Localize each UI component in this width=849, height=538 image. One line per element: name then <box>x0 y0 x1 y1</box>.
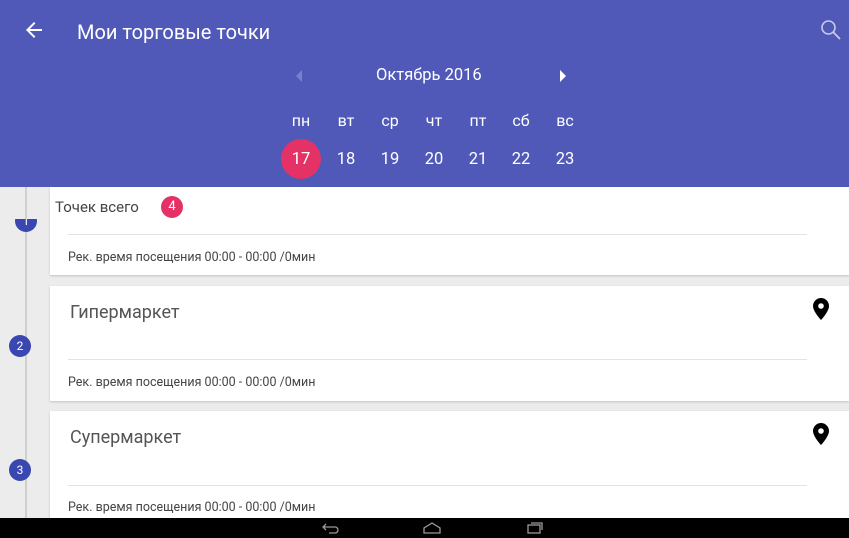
weekday-label: чт <box>425 111 443 130</box>
map-pin-icon[interactable] <box>812 422 830 446</box>
system-nav-bar <box>0 518 849 538</box>
weekday-label: ср <box>381 111 399 130</box>
weekday-label: пт <box>469 111 487 130</box>
total-points-badge: 4 <box>161 196 183 218</box>
calendar-day[interactable]: 20 <box>414 149 454 171</box>
next-month-icon[interactable] <box>557 68 569 84</box>
home-nav-icon[interactable] <box>421 521 443 535</box>
divider <box>68 485 807 486</box>
recent-apps-nav-icon[interactable] <box>523 521 545 535</box>
calendar-day[interactable]: 19 <box>370 149 410 171</box>
previous-month-icon[interactable] <box>293 68 305 84</box>
weekday-label: вт <box>337 111 355 130</box>
weekday-label: пн <box>291 111 311 130</box>
back-nav-icon[interactable] <box>320 521 342 535</box>
visit-time-text: Рек. время посещения 00:00 - 00:00 /0мин <box>68 500 316 515</box>
total-points-label: Точек всего <box>55 198 139 216</box>
calendar-day[interactable]: 21 <box>458 149 498 171</box>
store-name: Супермаркет <box>70 427 182 448</box>
store-number-badge: 3 <box>9 459 31 481</box>
store-name: Гипермаркет <box>70 302 180 323</box>
store-card[interactable]: Точек всего 4 Рек. время посещения 00:00… <box>50 187 849 275</box>
calendar-day[interactable]: 22 <box>501 149 541 171</box>
store-card[interactable]: Супермаркет Рек. время посещения 00:00 -… <box>50 411 849 518</box>
weekday-label: сб <box>512 111 530 130</box>
calendar-day[interactable]: 23 <box>545 149 585 171</box>
map-pin-icon[interactable] <box>812 297 830 321</box>
weekday-label: вс <box>556 111 574 130</box>
divider <box>68 234 807 235</box>
visit-time-text: Рек. время посещения 00:00 - 00:00 /0мин <box>68 250 316 265</box>
store-card[interactable]: Гипермаркет Рек. время посещения 00:00 -… <box>50 286 849 401</box>
app-bar: Мои торговые точки Октябрь 2016 пн вт ср… <box>0 0 849 187</box>
visit-time-text: Рек. время посещения 00:00 - 00:00 /0мин <box>68 375 316 390</box>
search-icon[interactable] <box>819 18 843 42</box>
timeline-line <box>25 187 27 219</box>
page-title: Мои торговые точки <box>77 20 271 44</box>
calendar-day-selected[interactable]: 17 <box>281 149 321 171</box>
store-number-badge: 2 <box>9 335 31 357</box>
divider <box>68 359 807 360</box>
month-label: Октябрь 2016 <box>376 66 482 85</box>
back-arrow-icon[interactable] <box>22 18 46 42</box>
calendar-day[interactable]: 18 <box>326 149 366 171</box>
